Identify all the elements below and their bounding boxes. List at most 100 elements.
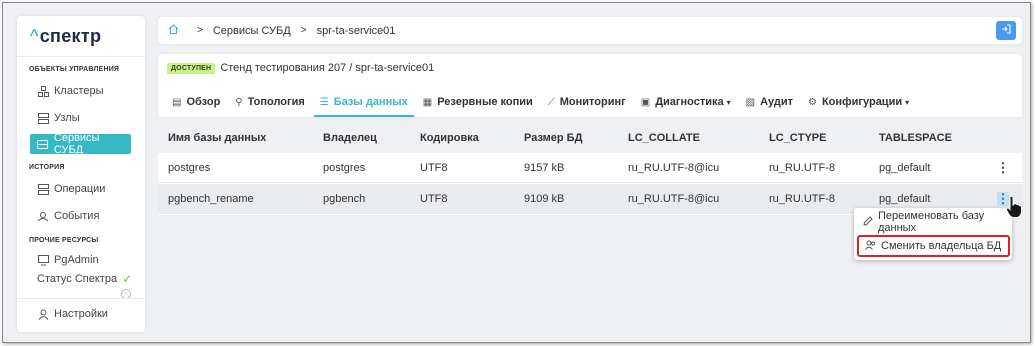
sidebar: ^спектр ОБЪЕКТЫ УПРАВЛЕНИЯ Кластеры Узлы… — [17, 16, 145, 332]
sidebar-item-label: PgAdmin — [54, 254, 99, 266]
tab-overview[interactable]: ▤ Обзор — [166, 87, 226, 117]
sidebar-item-operations[interactable]: Операции — [37, 179, 105, 199]
column-header[interactable]: TABLESPACE — [879, 123, 952, 153]
home-icon[interactable] — [168, 24, 179, 37]
table-row[interactable]: postgres postgres UTF8 9157 kB ru_RU.UTF… — [158, 153, 1022, 183]
row-actions-menu: Переименовать базу данных Сменить владел… — [854, 208, 1012, 260]
column-header[interactable]: Владелец — [323, 123, 377, 153]
section-objects: ОБЪЕКТЫ УПРАВЛЕНИЯ — [29, 66, 120, 73]
service-path: Стенд тестирования 207 / spr-ta-service0… — [220, 62, 435, 74]
status-badge: ДОСТУПЕН — [167, 62, 216, 74]
table-cell: UTF8 — [420, 193, 448, 205]
menu-item-change-owner[interactable]: Сменить владельца БД — [857, 235, 1010, 257]
tab-label: Диагностика — [655, 96, 724, 108]
menu-item-label: Переименовать базу данных — [878, 210, 985, 234]
chevron-down-icon: ▾ — [905, 97, 910, 107]
pgadmin-icon — [37, 254, 49, 266]
menu-item-rename-db[interactable]: Переименовать базу данных — [854, 210, 1012, 234]
logout-icon — [1001, 24, 1011, 37]
sidebar-item-label: Кластеры — [54, 85, 104, 97]
sidebar-item-label: Настройки — [54, 308, 108, 320]
breadcrumb-item[interactable]: Сервисы СУБД — [213, 25, 291, 37]
tab-label: Базы данных — [333, 96, 408, 108]
divider — [17, 56, 145, 57]
breadcrumb-bar: > Сервисы СУБД > spr-ta-service01 — [158, 17, 1022, 44]
chevron-right-icon: > — [300, 25, 307, 36]
clusters-icon — [37, 85, 49, 97]
nodes-icon — [37, 112, 49, 124]
sidebar-item-clusters[interactable]: Кластеры — [37, 81, 104, 101]
sidebar-item-nodes[interactable]: Узлы — [37, 108, 80, 128]
logout-button[interactable] — [996, 21, 1016, 40]
tab-label: Конфигурации — [821, 96, 903, 108]
table-cell: postgres — [323, 162, 366, 174]
table-cell: ru_RU.UTF-8 — [769, 193, 836, 205]
tab-label: Топология — [247, 96, 305, 108]
table-cell: pgbench_rename — [168, 193, 254, 205]
app-window: ^спектр ОБЪЕКТЫ УПРАВЛЕНИЯ Кластеры Узлы… — [2, 2, 1031, 343]
owner-icon — [865, 240, 876, 253]
section-history: ИСТОРИЯ — [29, 164, 65, 171]
status-label: Статус Спектра — [37, 273, 118, 285]
tab-diagnostics[interactable]: ▣ Диагностика ▾ — [635, 87, 737, 117]
operations-icon — [37, 183, 49, 195]
sidebar-item-label: Узлы — [54, 112, 80, 124]
column-header[interactable]: Имя базы данных — [168, 123, 266, 153]
tab-topology[interactable]: ⚲ Топология — [229, 87, 311, 117]
sidebar-item-label: Сервисы СУБД — [53, 132, 100, 156]
column-header[interactable]: Размер БД — [524, 123, 582, 153]
tab-label: Мониторинг — [559, 96, 626, 108]
table-cell: 9109 kB — [524, 193, 565, 205]
sidebar-item-label: События — [54, 210, 100, 222]
sidebar-item-settings[interactable]: Настройки — [37, 304, 108, 324]
logo[interactable]: ^спектр — [30, 26, 101, 47]
table-cell: ru_RU.UTF-8@icu — [628, 162, 720, 174]
section-other: ПРОЧИЕ РЕСУРСЫ — [29, 237, 99, 244]
table-cell: pg_default — [879, 162, 931, 174]
table-cell: ru_RU.UTF-8@icu — [628, 193, 720, 205]
column-header[interactable]: LC_COLLATE — [628, 123, 700, 153]
column-header[interactable]: LC_CTYPE — [769, 123, 826, 153]
databases-table: Имя базы данных Владелец Кодировка Разме… — [158, 123, 1022, 215]
service-status-row: ДОСТУПЕН Стенд тестирования 207 / spr-ta… — [167, 62, 434, 74]
chevron-right-icon: > — [197, 25, 203, 36]
events-icon — [37, 210, 49, 222]
topology-icon: ⚲ — [235, 96, 243, 108]
column-header[interactable]: Кодировка — [420, 123, 479, 153]
pencil-icon — [863, 215, 873, 229]
table-cell: 9157 kB — [524, 162, 565, 174]
check-icon: ✓ — [122, 272, 133, 286]
sidebar-item-pgadmin[interactable]: PgAdmin — [37, 250, 99, 270]
hand-cursor-icon — [1005, 195, 1023, 219]
row-actions-icon[interactable]: ⋮ — [997, 160, 1010, 175]
breadcrumb-item: spr-ta-service01 — [316, 24, 396, 37]
diagnostics-icon: ▣ — [640, 96, 651, 108]
sidebar-item-db-services[interactable]: Сервисы СУБД — [30, 132, 131, 156]
divider — [17, 298, 145, 299]
status-spectr[interactable]: Статус Спектра ✓ — [37, 272, 132, 286]
tab-label: Аудит — [760, 96, 793, 108]
service-header: ДОСТУПЕН Стенд тестирования 207 / spr-ta… — [158, 54, 1022, 117]
table-cell: pgbench — [323, 193, 366, 205]
tabs: ▤ Обзор ⚲ Топология ☰ Базы данных ▦ Резервны… — [166, 87, 918, 117]
audit-icon: ▧ — [745, 96, 756, 108]
tab-label: Резервные копии — [437, 96, 533, 108]
sidebar-item-label: Операции — [54, 183, 106, 195]
table-cell: ru_RU.UTF-8 — [769, 162, 836, 174]
table-cell: UTF8 — [420, 162, 448, 174]
tab-audit[interactable]: ▧ Аудит — [740, 87, 799, 117]
logo-caret: ^ — [30, 26, 39, 46]
tab-databases[interactable]: ☰ Базы данных — [313, 87, 414, 117]
monitoring-icon: ⟋ — [547, 96, 555, 108]
db-services-icon — [37, 138, 49, 150]
tab-backups[interactable]: ▦ Резервные копии — [417, 87, 539, 117]
table-cell: postgres — [168, 162, 211, 174]
overview-icon: ▤ — [172, 96, 182, 108]
sidebar-item-events[interactable]: События — [37, 206, 99, 226]
chevron-down-icon: ▾ — [726, 97, 731, 107]
tab-monitoring[interactable]: ⟋ Мониторинг — [542, 87, 632, 117]
logo-text: спектр — [39, 26, 102, 46]
databases-icon: ☰ — [319, 96, 329, 108]
config-icon: ⚙ — [807, 96, 817, 108]
tab-configurations[interactable]: ⚙ Конфигурации ▾ — [802, 87, 915, 117]
